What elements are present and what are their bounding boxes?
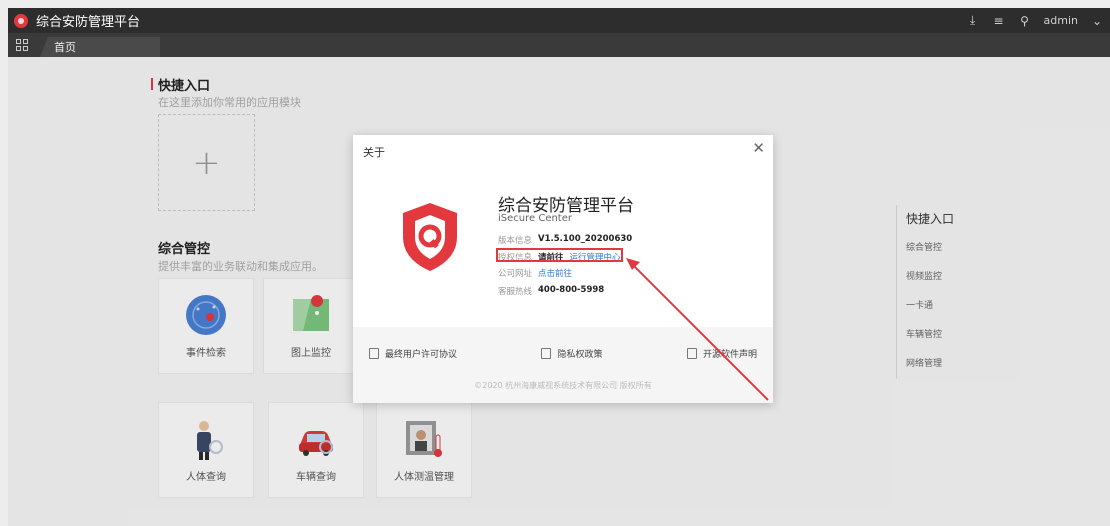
app-title: 综合安防管理平台 [36,15,141,30]
menu-icon[interactable]: ≡ [992,14,1006,28]
website-link[interactable]: 点击前往 [538,267,572,279]
opensource-link[interactable]: 开源软件声明 [686,347,757,360]
user-icon[interactable]: ⚲ [1018,14,1032,28]
version-label: 版本信息 [498,236,533,246]
eula-label: 最终用户许可协议 [385,350,458,360]
website-label: 公司网址 [498,269,533,279]
privacy-label: 隐私权政策 [557,350,603,360]
book-icon [541,348,552,359]
eula-link[interactable]: 最终用户许可协议 [369,347,457,360]
hotline-value: 400-800-5998 [538,285,605,295]
user-name[interactable]: admin [1044,14,1078,27]
version-value: V1.5.100_20200630 [538,234,633,244]
about-dialog: 关于 ✕ 综合安防管理平台 iSecure Center 版本信息 V1.5.1… [353,135,773,403]
tab-home[interactable]: 首页 [40,37,160,57]
copyright-text: ©2020 杭州海康威视系统技术有限公司 版权所有 [474,381,652,390]
version-row: 版本信息 V1.5.100_20200630 [498,234,632,246]
download-icon[interactable]: ⤓ [966,13,980,28]
grid-icon [16,39,28,51]
file-icon [686,348,697,359]
hotline-label: 客服热线 [498,287,533,297]
footer-links: 最终用户许可协议 隐私权政策 开源软件声明 [353,347,773,360]
product-name-en: iSecure Center [498,213,572,224]
highlight-box [496,248,623,262]
opensource-label: 开源软件声明 [702,350,757,360]
app-grid-button[interactable] [8,33,36,57]
app-logo-icon [14,13,28,28]
document-icon [369,348,379,359]
dialog-footer: 最终用户许可协议 隐私权政策 开源软件声明 ©2020 杭州海康威视系统技术有限… [353,327,773,403]
privacy-link[interactable]: 隐私权政策 [541,347,603,360]
chevron-down-icon[interactable]: ⌄ [1090,14,1104,28]
shield-logo-icon [399,201,461,273]
top-right-tools: ⤓ ≡ ⚲ admin ⌄ [966,13,1110,28]
top-bar: 综合安防管理平台 ⤓ ≡ ⚲ admin ⌄ [8,8,1110,33]
tab-bar: 首页 [8,33,1110,57]
website-row: 公司网址 点击前往 [498,267,572,279]
hotline-row: 客服热线 400-800-5998 [498,285,604,297]
dialog-title: 关于 [363,146,385,159]
close-icon[interactable]: ✕ [752,139,765,157]
